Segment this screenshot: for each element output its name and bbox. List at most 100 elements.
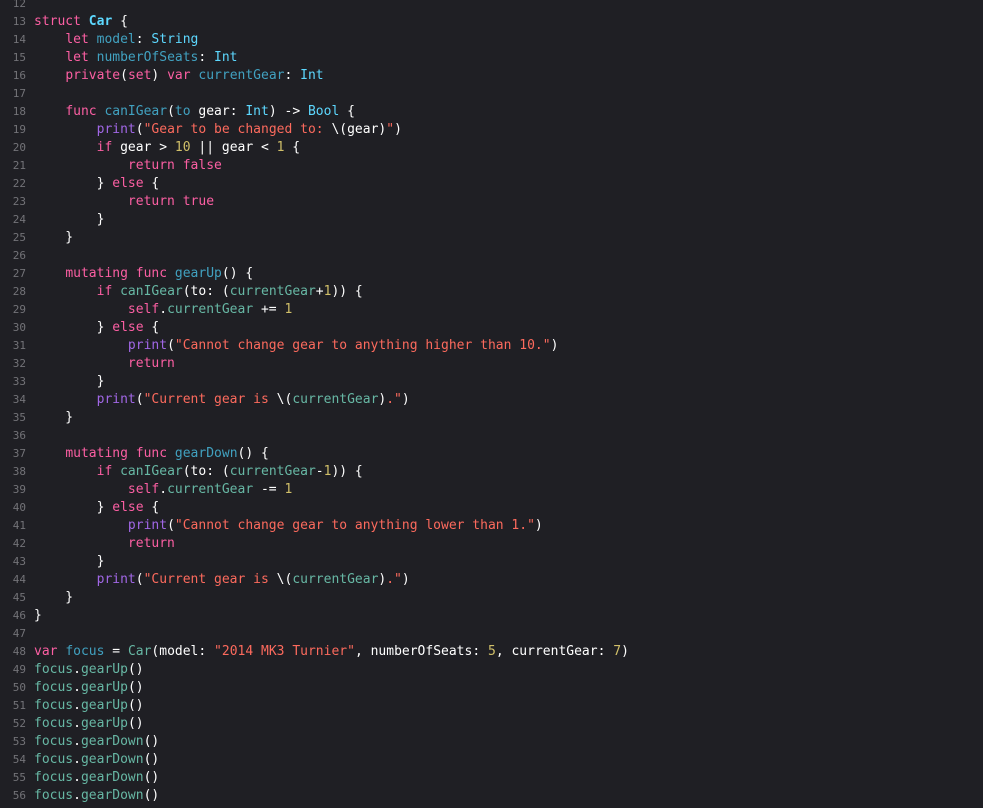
code-line[interactable]: focus.gearDown() <box>34 751 983 769</box>
code-token: private <box>65 68 121 83</box>
line-number: 13 <box>12 15 26 28</box>
line-number: 18 <box>12 105 26 118</box>
code-line[interactable]: return true <box>34 193 983 211</box>
code-token: return <box>127 194 175 209</box>
code-line[interactable]: focus.gearDown() <box>34 769 983 787</box>
code-token: ( <box>135 122 144 137</box>
code-line[interactable]: print("Cannot change gear to anything lo… <box>34 517 983 535</box>
code-line[interactable]: let model: String <box>34 31 983 49</box>
code-line[interactable]: } else { <box>34 319 983 337</box>
code-line[interactable]: struct Car { <box>34 13 983 31</box>
code-line[interactable]: } <box>34 589 983 607</box>
code-token: var <box>167 68 191 83</box>
code-line[interactable] <box>34 85 983 103</box>
code-token: } <box>34 230 74 245</box>
code-line[interactable]: focus.gearDown() <box>34 787 983 805</box>
code-token: let <box>65 32 89 47</box>
code-token: ( <box>135 392 144 407</box>
code-line[interactable]: } <box>34 211 983 229</box>
code-line[interactable]: self.currentGear += 1 <box>34 301 983 319</box>
code-line[interactable]: focus.gearUp() <box>34 679 983 697</box>
code-line[interactable]: var focus = Car(model: "2014 MK3 Turnier… <box>34 643 983 661</box>
code-line[interactable]: } <box>34 553 983 571</box>
code-line[interactable]: private(set) var currentGear: Int <box>34 67 983 85</box>
code-token: ) <box>151 68 168 83</box>
code-token: : <box>135 32 152 47</box>
line-number: 12 <box>12 0 26 10</box>
code-token: (to: ( <box>182 464 230 479</box>
code-token: set <box>127 68 152 83</box>
code-line[interactable]: return <box>34 355 983 373</box>
line-number: 38 <box>12 465 26 478</box>
code-line[interactable]: let numberOfSeats: Int <box>34 49 983 67</box>
code-line[interactable]: mutating func gearUp() { <box>34 265 983 283</box>
code-line[interactable]: focus.gearUp() <box>34 697 983 715</box>
code-token: () <box>127 662 144 677</box>
code-token: ( <box>135 572 144 587</box>
code-line[interactable]: focus.gearDown() <box>34 733 983 751</box>
code-token: . <box>73 662 81 677</box>
line-number: 34 <box>12 393 26 406</box>
line-number: 47 <box>12 627 26 640</box>
code-token: to <box>174 104 191 119</box>
code-line[interactable]: focus.gearUp() <box>34 661 983 679</box>
code-editor[interactable]: 12 13 14 15 16 17 18 19 20 21 22 23 24 25 26 27 28 29 30 31… <box>0 0 983 808</box>
code-line[interactable]: self.currentGear -= 1 <box>34 481 983 499</box>
code-line[interactable]: return false <box>34 157 983 175</box>
code-token: () <box>143 770 160 785</box>
code-token: . <box>73 752 81 767</box>
code-line[interactable] <box>34 0 983 13</box>
code-token: gearUp <box>80 716 128 731</box>
code-token: () <box>143 734 160 749</box>
code-line[interactable]: } <box>34 607 983 625</box>
code-line[interactable]: mutating func gearDown() { <box>34 445 983 463</box>
line-number: 43 <box>12 555 26 568</box>
code-line[interactable]: } <box>34 409 983 427</box>
code-line[interactable]: focus.gearUp() <box>34 715 983 733</box>
code-token: (to: ( <box>182 284 230 299</box>
code-line[interactable] <box>34 625 983 643</box>
code-line[interactable]: print("Current gear is \(currentGear).") <box>34 571 983 589</box>
code-line[interactable]: print("Current gear is \(currentGear).") <box>34 391 983 409</box>
code-line[interactable] <box>34 247 983 265</box>
code-line[interactable]: if canIGear(to: (currentGear+1)) { <box>34 283 983 301</box>
code-area[interactable]: struct Car { let model: String let numbe… <box>34 0 983 805</box>
code-token: , numberOfSeats: <box>354 644 488 659</box>
code-token: currentGear <box>198 68 285 83</box>
code-line[interactable]: } else { <box>34 499 983 517</box>
code-token: gear: <box>190 104 246 119</box>
code-token: " <box>386 122 395 137</box>
code-token: "2014 MK3 Turnier" <box>214 644 355 659</box>
code-token: Int <box>300 68 324 83</box>
code-token: . <box>73 734 81 749</box>
code-token: if <box>96 140 113 155</box>
code-line[interactable]: } else { <box>34 175 983 193</box>
code-line[interactable]: func canIGear(to gear: Int) -> Bool { <box>34 103 983 121</box>
code-token: Car <box>88 14 113 29</box>
code-token: } <box>34 608 42 623</box>
line-number: 51 <box>12 699 26 712</box>
code-line[interactable]: if gear > 10 || gear < 1 { <box>34 139 983 157</box>
code-line[interactable]: print("Gear to be changed to: \(gear)") <box>34 121 983 139</box>
line-number: 54 <box>12 753 26 766</box>
line-number: 16 <box>12 69 26 82</box>
code-token: focus <box>34 734 74 749</box>
code-line[interactable] <box>34 427 983 445</box>
code-token: model <box>96 32 136 47</box>
code-line[interactable]: return <box>34 535 983 553</box>
code-token: 1 <box>284 302 293 317</box>
code-line[interactable]: } <box>34 373 983 391</box>
code-token: else <box>112 320 144 335</box>
code-line[interactable]: } <box>34 229 983 247</box>
code-line[interactable]: if canIGear(to: (currentGear-1)) { <box>34 463 983 481</box>
line-number: 32 <box>12 357 26 370</box>
code-token: ) -> <box>268 104 308 119</box>
code-line[interactable]: print("Cannot change gear to anything hi… <box>34 337 983 355</box>
